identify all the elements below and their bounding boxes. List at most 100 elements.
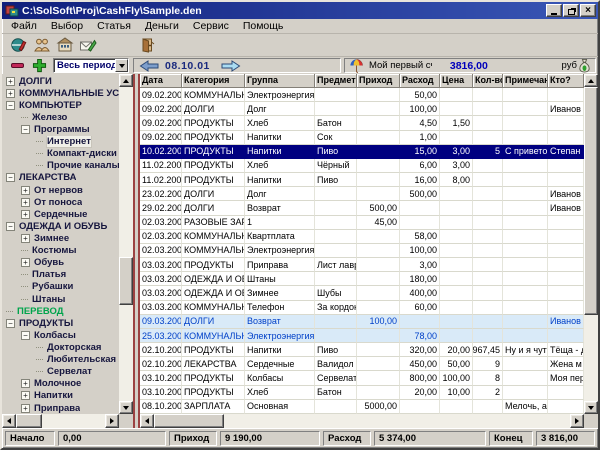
expand-plus-icon[interactable]: + <box>21 379 30 389</box>
table-row[interactable]: 03.03.2000ПРОДУКТЫПриправаЛист лавровый 3… <box>140 258 584 273</box>
cell-note[interactable] <box>503 187 548 202</box>
cell-price[interactable] <box>440 243 473 259</box>
panel-splitter[interactable] <box>133 74 140 428</box>
cell-note[interactable] <box>503 201 548 216</box>
cell-note[interactable] <box>503 371 548 386</box>
cell-qty[interactable]: 9 <box>473 357 503 372</box>
cell-expense[interactable]: 400,00 <box>400 286 440 301</box>
cell-note[interactable] <box>503 173 548 188</box>
expand-plus-icon[interactable]: + <box>21 403 30 413</box>
exit-button[interactable] <box>136 35 158 55</box>
cell-category[interactable]: РАЗОВЫЕ ЗАРАБОТКИ <box>182 215 245 230</box>
table-row[interactable]: 03.10.2001ПРОДУКТЫКолбасыСервелат 800,001… <box>140 371 584 386</box>
tree-vscroll-track[interactable] <box>119 87 133 401</box>
tree-item[interactable]: ПЕРЕВОД <box>2 305 119 317</box>
column-header-who[interactable]: Кто? <box>548 74 584 88</box>
cell-price[interactable] <box>440 300 473 315</box>
restore-button[interactable] <box>563 4 579 17</box>
cell-date[interactable]: 03.10.2001 <box>140 371 182 386</box>
cell-note[interactable] <box>503 357 548 372</box>
cell-category[interactable]: ДОЛГИ <box>182 102 245 117</box>
cell-expense[interactable]: 800,00 <box>400 371 440 386</box>
cell-price[interactable] <box>440 102 473 117</box>
cell-who[interactable] <box>548 173 584 188</box>
tree-item[interactable]: − Программы <box>2 123 119 135</box>
cell-item[interactable] <box>315 229 357 244</box>
cell-qty[interactable]: 5967,45 <box>473 343 503 358</box>
cell-group[interactable]: Напитки <box>245 144 315 159</box>
cell-item[interactable]: Пиво <box>315 144 357 159</box>
cell-date[interactable]: 09.03.2000 <box>140 314 182 329</box>
collapse-minus-icon[interactable]: − <box>21 330 30 340</box>
cell-income[interactable] <box>357 385 400 400</box>
table-row[interactable]: 11.02.2000 ПРОДУКТЫ Напитки Пиво 16,00 8,00 <box>140 173 584 188</box>
cell-expense[interactable]: 180,00 <box>400 272 440 287</box>
tree-item[interactable]: + ДОЛГИ <box>2 75 119 87</box>
cell-expense[interactable]: 78,00 <box>400 328 440 344</box>
cell-qty[interactable] <box>473 158 503 174</box>
cell-group[interactable]: Приправа <box>245 258 315 273</box>
cell-expense[interactable] <box>400 314 440 329</box>
cell-price[interactable]: 50,00 <box>440 357 473 372</box>
cell-group[interactable]: Напитки <box>245 130 315 145</box>
cell-group[interactable]: Напитки <box>245 343 315 358</box>
cell-note[interactable] <box>503 102 548 117</box>
cell-date[interactable]: 03.03.2000 <box>140 272 182 287</box>
cell-item[interactable]: Батон <box>315 116 357 131</box>
account-panel[interactable]: Мой первый счёт 3816,00 руб <box>344 58 596 73</box>
tree-item[interactable]: Компакт-диски <box>2 148 119 160</box>
cell-price[interactable] <box>440 399 473 414</box>
cell-date[interactable]: 09.02.2000 <box>140 102 182 117</box>
cell-qty[interactable] <box>473 130 503 145</box>
column-header-item[interactable]: Предмет <box>315 74 357 88</box>
cell-who[interactable] <box>548 243 584 259</box>
cell-who[interactable]: Иванов <box>548 314 584 329</box>
cell-category[interactable]: ПРОДУКТЫ <box>182 385 245 400</box>
cell-category[interactable]: ПРОДУКТЫ <box>182 371 245 386</box>
cell-price[interactable] <box>440 229 473 244</box>
column-header-income[interactable]: Приход <box>357 74 400 88</box>
cell-who[interactable] <box>548 229 584 244</box>
cell-category[interactable]: ПРОДУКТЫ <box>182 343 245 358</box>
tree-item[interactable]: Железо <box>2 111 119 123</box>
tree-item[interactable]: Штаны <box>2 293 119 305</box>
cell-note[interactable] <box>503 229 548 244</box>
cell-income[interactable] <box>357 286 400 301</box>
cell-income[interactable] <box>357 300 400 315</box>
cell-category[interactable]: КОММУНАЛЬНЫЕ <box>182 328 245 344</box>
cell-group[interactable]: Напитки <box>245 173 315 188</box>
table-row[interactable]: 03.03.2000ОДЕЖДА И ОБУВЬЗимнееШубы 400,00 <box>140 286 584 301</box>
table-row[interactable]: 11.02.2000 ПРОДУКТЫ Хлеб Чёрный 6,00 3,00 <box>140 158 584 174</box>
menu-item-service[interactable]: Сервис <box>186 19 236 33</box>
cell-who[interactable] <box>548 88 584 103</box>
tree-item[interactable]: − ОДЕЖДА И ОБУВЬ <box>2 220 119 232</box>
cell-qty[interactable] <box>473 215 503 230</box>
table-scroll-left-button[interactable] <box>140 414 154 428</box>
cell-qty[interactable] <box>473 258 503 273</box>
cell-date[interactable]: 11.02.2000 <box>140 173 182 188</box>
cell-who[interactable] <box>548 385 584 400</box>
cell-note[interactable] <box>503 88 548 103</box>
table-row[interactable]: 09.02.2000ДОЛГИДолг 100,00 Иванов <box>140 102 584 117</box>
cell-qty[interactable] <box>473 314 503 329</box>
tree-item[interactable]: Любительская <box>2 354 119 366</box>
cell-date[interactable]: 02.10.2001 <box>140 357 182 372</box>
table-row[interactable]: 25.03.2000КОММУНАЛЬНЫЕЭлектроэнергия 78,0… <box>140 328 584 344</box>
cell-group[interactable]: Возврат <box>245 314 315 329</box>
cell-who[interactable]: Жена м <box>548 357 584 372</box>
cell-note[interactable] <box>503 258 548 273</box>
tree-item[interactable]: Платья <box>2 269 119 281</box>
column-header-note[interactable]: Примечание <box>503 74 548 88</box>
cell-note[interactable] <box>503 385 548 400</box>
cell-note[interactable]: Ну и я чуток <box>503 343 548 358</box>
cell-group[interactable]: Хлеб <box>245 385 315 400</box>
cell-income[interactable]: 45,00 <box>357 215 400 230</box>
cell-category[interactable]: ПРОДУКТЫ <box>182 144 245 159</box>
cell-category[interactable]: КОММУНАЛЬНЫЕ <box>182 88 245 103</box>
cell-who[interactable] <box>548 272 584 287</box>
tree-item[interactable]: Костюмы <box>2 245 119 257</box>
cell-expense[interactable]: 500,00 <box>400 187 440 202</box>
menu-item-money[interactable]: Деньги <box>138 19 186 33</box>
cell-income[interactable] <box>357 144 400 159</box>
cell-category[interactable]: ДОЛГИ <box>182 187 245 202</box>
